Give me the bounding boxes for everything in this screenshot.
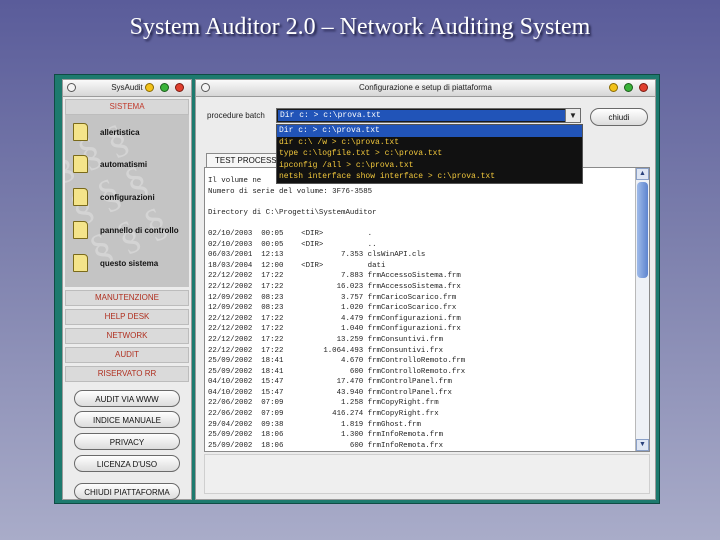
- folder-icon: [73, 221, 88, 239]
- output-line: 04/10/2002 15:47 17.470 frmControlPanel.…: [208, 378, 452, 387]
- dropdown-option[interactable]: type c:\logfile.txt > c:\prova.txt: [277, 148, 582, 160]
- maximize-icon[interactable]: [624, 83, 633, 92]
- output-line: 22/12/2002 17:22 7.883 frmAccessoSistema…: [208, 272, 461, 281]
- output-line: 22/12/2002 17:22 4.479 frmConfigurazioni…: [208, 314, 461, 323]
- chiudi-button[interactable]: chiudi: [590, 108, 648, 126]
- batch-dropdown-list: Dir c: > c:\prova.txt dir c:\ /w > c:\pr…: [276, 124, 583, 184]
- maximize-icon[interactable]: [160, 83, 169, 92]
- privacy-button[interactable]: PRIVACY: [74, 433, 180, 450]
- licenza-button[interactable]: LICENZA D'USO: [74, 455, 180, 472]
- status-area: [204, 454, 650, 494]
- output-line: 25/09/2002 18:41 4.670 frmControlloRemot…: [208, 357, 466, 366]
- item-questo-sistema[interactable]: questo sistema: [73, 252, 158, 274]
- item-label: questo sistema: [100, 258, 159, 268]
- tab-test-process[interactable]: TEST PROCESS: [206, 153, 284, 167]
- scroll-down-icon[interactable]: ▼: [636, 439, 649, 451]
- dropdown-option[interactable]: dir c:\ /w > c:\prova.txt: [277, 137, 582, 149]
- folder-icon: [73, 188, 88, 206]
- output-panel[interactable]: Il volume ne Numero di serie del volume: …: [204, 167, 650, 452]
- section-network[interactable]: NETWORK: [65, 328, 189, 344]
- output-line: Directory di C:\Progetti\SystemAuditor: [208, 208, 377, 217]
- right-titlebar: Configurazione e setup di piattaforma: [196, 80, 655, 97]
- folder-icon: [73, 155, 88, 173]
- folder-icon: [73, 123, 88, 141]
- dropdown-option[interactable]: netsh interface show interface > c:\prov…: [277, 171, 582, 183]
- minimize-icon[interactable]: [609, 83, 618, 92]
- left-titlebar: SysAudit: [63, 80, 191, 97]
- section-manutenzione[interactable]: MANUTENZIONE: [65, 290, 189, 306]
- section-sistema[interactable]: SISTEMA: [65, 99, 189, 115]
- output-line: 25/09/2002 18:06 600 frmInfoRemota.frx: [208, 441, 444, 450]
- output-line: 02/10/2003 00:05 <DIR> ..: [208, 240, 377, 249]
- item-allertistica[interactable]: allertistica: [73, 121, 140, 143]
- left-window-title: SysAudit: [111, 83, 143, 92]
- output-line: 12/09/2002 08:23 3.757 frmCaricoScarico.…: [208, 293, 457, 302]
- output-line: 22/12/2002 17:22 1.040 frmConfigurazioni…: [208, 325, 461, 334]
- sysaudit-window: SysAudit SISTEMA § § §§ § §§ § § allerti…: [62, 79, 192, 500]
- config-window: Configurazione e setup di piattaforma pr…: [195, 79, 656, 500]
- close-icon[interactable]: [175, 83, 184, 92]
- section-audit[interactable]: AUDIT: [65, 347, 189, 363]
- slide-title: System Auditor 2.0 – Network Auditing Sy…: [129, 14, 591, 40]
- dropdown-option[interactable]: ipconfig /all > c:\prova.txt: [277, 160, 582, 172]
- item-label: pannello di controllo: [100, 225, 179, 235]
- output-line: 02/10/2003 00:05 <DIR> .: [208, 229, 373, 238]
- output-line: 22/06/2002 07:09 1.258 frmCopyRight.frm: [208, 399, 439, 408]
- indice-manuale-button[interactable]: INDICE MANUALE: [74, 411, 180, 428]
- sistema-items: § § §§ § §§ § § allertistica automatismi…: [65, 115, 189, 287]
- batch-label: procedure batch: [207, 111, 265, 120]
- chevron-down-icon[interactable]: ▼: [565, 109, 580, 122]
- item-configurazioni[interactable]: configurazioni: [73, 186, 155, 208]
- audit-via-www-button[interactable]: AUDIT VIA WWW: [74, 390, 180, 407]
- close-icon[interactable]: [639, 83, 648, 92]
- output-line: Numero di serie del volume: 3F76-3585: [208, 187, 373, 196]
- output-text: Il volume ne Numero di serie del volume: …: [208, 176, 465, 451]
- output-line: 06/03/2001 12:13 7.353 clsWinAPI.cls: [208, 251, 426, 260]
- output-line: 29/04/2002 09:38 1.819 frmGhost.frm: [208, 420, 421, 429]
- minimize-icon[interactable]: [145, 83, 154, 92]
- output-line: 12/09/2002 08:23 1.020 frmCaricoScarico.…: [208, 304, 457, 313]
- vertical-scrollbar[interactable]: ▲ ▼: [635, 168, 649, 451]
- output-line: 18/03/2004 12:00 <DIR> dati: [208, 261, 386, 270]
- item-pannello-di-controllo[interactable]: pannello di controllo: [73, 219, 179, 241]
- item-label: configurazioni: [100, 192, 155, 202]
- section-help-desk[interactable]: HELP DESK: [65, 309, 189, 325]
- section-riservato-rr[interactable]: RISERVATO RR: [65, 366, 189, 382]
- output-line: 04/10/2002 15:47 43.940 frmControlPanel.…: [208, 388, 452, 397]
- output-line: 25/09/2002 18:06 1.300 frmInfoRemota.frm: [208, 431, 444, 440]
- output-line: 22/06/2002 07:09 416.274 frmCopyRight.fr…: [208, 410, 439, 419]
- item-label: automatismi: [100, 159, 148, 169]
- output-line: 22/12/2002 17:22 1.064.493 frmConsuntivi…: [208, 346, 444, 355]
- scroll-up-icon[interactable]: ▲: [636, 168, 649, 180]
- scroll-thumb[interactable]: [637, 182, 648, 278]
- chiudi-piattaforma-button[interactable]: CHIUDI PIATTAFORMA: [74, 483, 180, 500]
- folder-icon: [73, 254, 88, 272]
- batch-select[interactable]: Dir c: > c:\prova.txt ▼: [276, 108, 581, 123]
- output-line: 22/12/2002 17:22 16.023 frmAccessoSistem…: [208, 282, 461, 291]
- item-automatismi[interactable]: automatismi: [73, 153, 147, 175]
- output-line: 25/09/2002 18:41 600 frmControlloRemoto.…: [208, 367, 466, 376]
- batch-select-value: Dir c: > c:\prova.txt: [278, 110, 567, 121]
- output-line: 22/12/2002 17:22 13.259 frmConsuntivi.fr…: [208, 335, 444, 344]
- dropdown-option[interactable]: Dir c: > c:\prova.txt: [277, 125, 582, 137]
- item-label: allertistica: [100, 127, 140, 137]
- right-window-title: Configurazione e setup di piattaforma: [359, 83, 492, 92]
